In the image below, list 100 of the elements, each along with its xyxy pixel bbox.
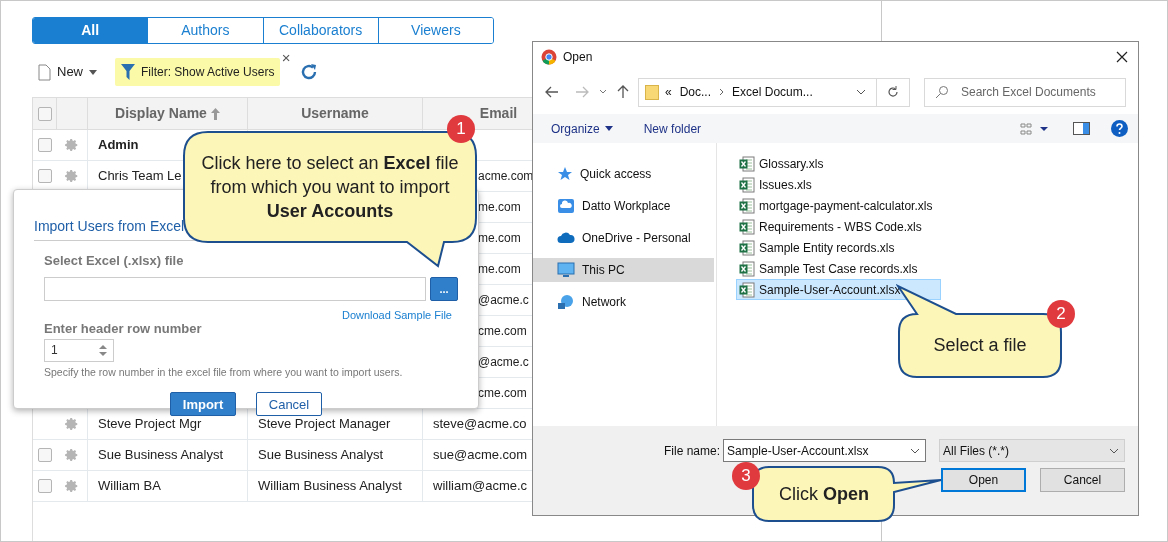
navigation-item[interactable]: This PC xyxy=(533,258,714,282)
new-folder-button[interactable]: New folder xyxy=(643,119,702,138)
table-cell-text: cme.com xyxy=(478,323,527,340)
table-cell-text: William BA xyxy=(98,477,161,496)
navigation-item[interactable]: OneDrive - Personal xyxy=(533,226,714,250)
gear-icon[interactable] xyxy=(65,138,79,152)
file-item[interactable]: Sample-User-Account.xlsx xyxy=(736,279,942,300)
navigation-item[interactable]: Datto Workplace xyxy=(533,194,714,218)
row-checkbox[interactable] xyxy=(38,448,52,462)
table-cell-text: me.com xyxy=(478,230,521,247)
chevron-down-icon[interactable] xyxy=(599,89,607,95)
callout-text: Click here to select an Excel file from which you want to import User Accounts xyxy=(200,152,460,223)
gear-icon[interactable] xyxy=(65,479,79,493)
table-cell-text: steve@acme.co xyxy=(433,415,527,434)
address-bar[interactable]: « Doc... Excel Docum... xyxy=(638,77,910,107)
file-item[interactable]: Requirements - WBS Code.xls xyxy=(736,216,963,237)
table-cell-text: me.com xyxy=(478,261,521,278)
browser-logo-icon xyxy=(541,48,557,65)
table-cell-text: @acme.c xyxy=(478,354,529,371)
import-button[interactable]: Import xyxy=(170,392,236,417)
table-cell-text: Chris Team Le xyxy=(98,167,182,186)
column-header[interactable]: Username xyxy=(248,98,423,129)
row-checkbox[interactable] xyxy=(38,169,52,183)
dialog-title: Open xyxy=(563,48,593,66)
open-button[interactable]: Open xyxy=(941,468,1026,492)
table-cell-text: sue@acme.com xyxy=(433,446,528,465)
forward-arrow-icon[interactable] xyxy=(575,86,589,98)
gear-icon[interactable] xyxy=(65,417,79,431)
file-item[interactable]: Glossary.xls xyxy=(736,153,865,174)
chevron-down-icon xyxy=(910,447,920,454)
filter-icon xyxy=(121,64,135,80)
row-checkbox[interactable] xyxy=(38,138,52,152)
spreadsheet-file-icon xyxy=(739,197,755,214)
caret-icon xyxy=(89,69,97,75)
remove-filter-button[interactable]: × xyxy=(281,50,291,65)
breadcrumb-item[interactable]: Excel Docum... xyxy=(732,83,813,101)
browse-button[interactable]: ... xyxy=(430,276,458,301)
spreadsheet-file-icon xyxy=(739,176,755,193)
cloud-icon xyxy=(557,232,575,244)
folder-icon xyxy=(645,84,659,100)
callout-text: Select a file xyxy=(932,334,1028,356)
spreadsheet-file-icon xyxy=(739,218,755,235)
chevron-down-icon[interactable] xyxy=(856,89,866,95)
close-icon[interactable] xyxy=(1116,50,1128,63)
dialog-title: Import Users from Excel xyxy=(34,218,185,234)
cancel-button[interactable]: Cancel xyxy=(1040,468,1125,492)
cancel-button[interactable]: Cancel xyxy=(256,392,322,417)
view-options-icon[interactable] xyxy=(1020,122,1050,135)
file-item[interactable]: mortgage-payment-calculator.xls xyxy=(736,195,974,216)
new-button[interactable]: New xyxy=(38,62,97,82)
file-path-field[interactable] xyxy=(44,276,427,301)
table-cell-text: me.com xyxy=(478,199,521,216)
table-cell-text: acme.com xyxy=(478,168,534,185)
field-label: Enter header row number xyxy=(44,320,203,338)
preview-pane-icon[interactable] xyxy=(1073,122,1090,135)
spreadsheet-file-icon xyxy=(739,260,755,277)
file-type-dropdown[interactable]: All Files (*.*) xyxy=(939,439,1125,462)
refresh-icon[interactable] xyxy=(300,63,319,81)
navigation-item[interactable]: Quick access xyxy=(533,162,714,186)
download-sample-link[interactable]: Download Sample File xyxy=(341,306,452,323)
up-arrow-icon[interactable] xyxy=(617,85,629,99)
table-cell-text: william@acme.c xyxy=(433,477,528,496)
filter-tab[interactable]: All xyxy=(33,18,148,43)
table-cell-text: Sue Business Analyst xyxy=(98,446,224,465)
help-icon[interactable] xyxy=(1111,120,1128,137)
table-cell-text: William Business Analyst xyxy=(258,477,402,496)
cloud-icon xyxy=(557,198,575,214)
document-icon xyxy=(38,63,51,81)
spinner-arrows-icon xyxy=(99,343,107,357)
search-icon xyxy=(935,85,949,99)
search-field[interactable]: Search Excel Documents xyxy=(924,77,1126,107)
gear-icon[interactable] xyxy=(65,448,79,462)
star-icon xyxy=(557,166,573,182)
callout-text: Click Open xyxy=(778,483,870,505)
breadcrumb-item[interactable]: Doc... xyxy=(679,83,712,101)
row-checkbox[interactable] xyxy=(38,479,52,493)
monitor-icon xyxy=(557,262,575,278)
field-label: Select Excel (.xlsx) file xyxy=(44,252,185,270)
field-label: File name: xyxy=(663,442,720,460)
table-cell-text: cme.com xyxy=(478,385,527,402)
table-cell-text: Steve Project Mgr xyxy=(98,415,202,434)
file-item[interactable]: Sample Entity records.xls xyxy=(736,237,936,258)
navigation-item[interactable]: Network xyxy=(533,290,714,314)
network-icon xyxy=(557,294,575,310)
refresh-icon[interactable] xyxy=(887,86,899,98)
table-cell-text: Steve Project Manager xyxy=(258,415,391,434)
hint-text: Specify the row number in the excel file from where you want to import users. xyxy=(44,364,404,380)
filter-tab[interactable]: Viewers xyxy=(377,18,493,43)
back-arrow-icon[interactable] xyxy=(545,86,559,98)
file-item[interactable]: Sample Test Case records.xls xyxy=(736,258,959,279)
file-name-field[interactable]: Sample-User-Account.xlsx xyxy=(723,439,926,462)
row-checkbox[interactable] xyxy=(37,106,52,121)
file-item[interactable]: Issues.xls xyxy=(736,174,853,195)
table-cell-text: Admin xyxy=(98,136,139,155)
filter-chip[interactable]: Filter: Show Active Users xyxy=(115,58,281,86)
gear-icon[interactable] xyxy=(65,169,79,183)
column-header[interactable]: Display Name xyxy=(88,98,248,129)
path-overflow-marker: « xyxy=(665,84,672,101)
header-row-spinner[interactable]: 1 xyxy=(44,338,114,362)
chevron-right-icon xyxy=(719,88,725,96)
